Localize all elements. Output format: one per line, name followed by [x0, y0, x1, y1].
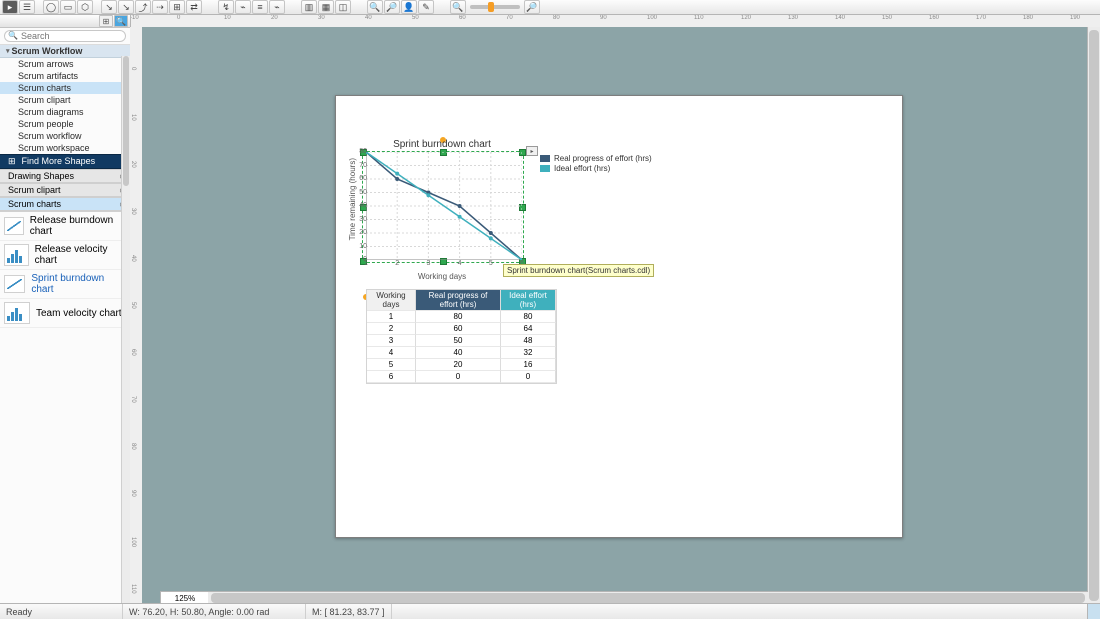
tool-rect-icon[interactable]: ▭ — [60, 0, 76, 14]
tool-conn3-icon[interactable]: ⇄ — [186, 0, 202, 14]
tool-user-icon[interactable]: 👤 — [401, 0, 417, 14]
tree-item[interactable]: Scrum artifacts — [0, 70, 130, 82]
shape-group[interactable]: Scrum clipart⊗ — [0, 183, 130, 197]
tool-poly-icon[interactable]: ⬡ — [77, 0, 93, 14]
tree-item[interactable]: Scrum arrows — [0, 58, 130, 70]
tree-root-scrum-workflow[interactable]: ▾Scrum Workflow — [0, 45, 130, 58]
line-icon — [4, 217, 24, 235]
tree-item[interactable]: Scrum people — [0, 118, 130, 130]
tool-zoomin-icon[interactable]: 🔍 — [367, 0, 383, 14]
tool-chart3-icon[interactable]: ◫ — [335, 0, 351, 14]
view-list-icon[interactable]: 🔍 — [114, 15, 128, 27]
tree-item[interactable]: Scrum workflow — [0, 130, 130, 142]
status-resize-grip[interactable] — [1087, 604, 1100, 619]
search-input[interactable] — [4, 30, 126, 42]
chart-action-icon[interactable]: ▸ — [526, 146, 538, 156]
shape-item[interactable]: Release burndown chart — [0, 212, 130, 241]
sidebar: ⊞ 🔍 🔍 ▾Scrum Workflow Scrum arrowsScrum … — [0, 15, 131, 604]
status-dimensions: W: 76.20, H: 50.80, Angle: 0.00 rad — [123, 604, 306, 619]
chart-legend: Real progress of effort (hrs)Ideal effor… — [540, 154, 652, 174]
main-toolbar: ▸ ☰ ◯ ▭ ⬡ ↘ ↘ ⤴ ⇢ ⊞ ⇄ ↯ ⌁ ≡ ⌁ ▥ ▦ ◫ 🔍 🔎 … — [0, 0, 1100, 15]
tree-item[interactable]: Scrum clipart — [0, 94, 130, 106]
object-tooltip: Sprint burndown chart(Scrum charts.cdl) — [503, 264, 654, 277]
zoom-slider[interactable] — [470, 5, 520, 9]
status-bar: Ready W: 76.20, H: 50.80, Angle: 0.00 ra… — [0, 603, 1100, 619]
tree-item[interactable]: Scrum workspace — [0, 142, 130, 154]
y-axis-label: Time remaining (hours) — [348, 158, 357, 240]
status-ready: Ready — [0, 604, 123, 619]
shape-item[interactable]: Sprint burndown chart — [0, 270, 130, 299]
tree-item[interactable]: Scrum diagrams — [0, 106, 130, 118]
zoom-minus-icon[interactable]: 🔍 — [450, 0, 466, 14]
tool-line-icon[interactable]: ↘ — [101, 0, 117, 14]
bars-icon — [4, 244, 29, 266]
shape-item[interactable]: Team velocity chart — [0, 299, 130, 328]
view-grid-icon[interactable]: ⊞ — [99, 15, 113, 27]
tool-conn2-icon[interactable]: ⊞ — [169, 0, 185, 14]
tool-chart1-icon[interactable]: ▥ — [301, 0, 317, 14]
tool-pointer[interactable]: ▸ — [2, 0, 18, 14]
tool-zoomout-icon[interactable]: 🔎 — [384, 0, 400, 14]
tool-panel-icon[interactable]: ☰ — [19, 0, 35, 14]
find-more-shapes[interactable]: Find More Shapes — [0, 154, 130, 169]
tool-smart4-icon[interactable]: ⌁ — [269, 0, 285, 14]
zoom-plus-icon[interactable]: 🔎 — [524, 0, 540, 14]
tool-chart2-icon[interactable]: ▦ — [318, 0, 334, 14]
line-icon — [4, 275, 25, 293]
canvas[interactable]: Sprint burndown chart ▸ Time remaining (… — [142, 27, 1088, 604]
tool-arc-icon[interactable]: ↘ — [118, 0, 134, 14]
tool-conn1-icon[interactable]: ⇢ — [152, 0, 168, 14]
tool-smart1-icon[interactable]: ↯ — [218, 0, 234, 14]
vertical-scrollbar[interactable] — [1087, 27, 1100, 604]
tool-smart2-icon[interactable]: ⌁ — [235, 0, 251, 14]
tree-item[interactable]: Scrum charts — [0, 82, 130, 94]
data-table[interactable]: Working daysReal progress of effort (hrs… — [366, 289, 557, 384]
tool-curve-icon[interactable]: ⤴ — [135, 0, 151, 14]
tool-edit-icon[interactable]: ✎ — [418, 0, 434, 14]
tool-smart3-icon[interactable]: ≡ — [252, 0, 268, 14]
x-axis-label: Working days — [362, 272, 522, 281]
status-mouse: M: [ 81.23, 83.77 ] — [306, 604, 392, 619]
page[interactable]: Sprint burndown chart ▸ Time remaining (… — [335, 95, 903, 538]
sidebar-scrollbar[interactable] — [121, 56, 130, 604]
burndown-chart — [366, 152, 522, 260]
search-icon: 🔍 — [8, 31, 18, 40]
shape-group[interactable]: Scrum charts⊗ — [0, 197, 130, 211]
bars-icon — [4, 302, 30, 324]
shape-item[interactable]: Release velocity chart — [0, 241, 130, 270]
tool-ellipse-icon[interactable]: ◯ — [43, 0, 59, 14]
shape-group[interactable]: Drawing Shapes⊗ — [0, 169, 130, 183]
sidebar-view-toggle: ⊞ 🔍 — [0, 15, 130, 28]
